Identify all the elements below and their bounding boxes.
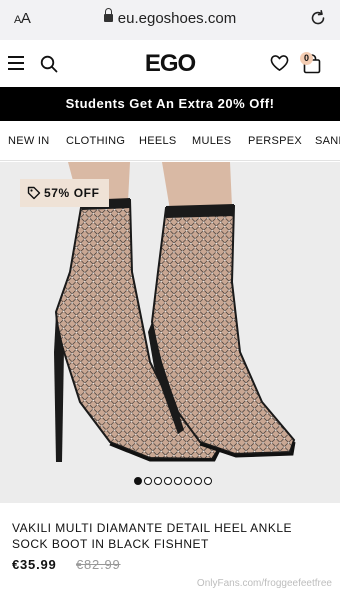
carousel-dot[interactable] (194, 477, 202, 485)
product-title: VAKILI MULTI DIAMANTE DETAIL HEEL ANKLE … (12, 521, 293, 551)
reload-icon[interactable] (308, 8, 328, 28)
category-perspex[interactable]: PERSPEX (248, 135, 302, 147)
url-text: eu.egoshoes.com (117, 10, 237, 27)
heart-icon[interactable] (270, 54, 289, 73)
category-mules[interactable]: MULES (192, 135, 231, 147)
lock-icon (103, 8, 113, 22)
category-new-in[interactable]: NEW IN (8, 135, 50, 147)
carousel-dot[interactable] (174, 477, 182, 485)
site-header: EGO 0 (0, 40, 340, 87)
bag-count-badge: 0 (300, 52, 313, 65)
carousel-dot[interactable] (154, 477, 162, 485)
carousel-dot[interactable] (184, 477, 192, 485)
browser-address-bar: AA eu.egoshoes.com (0, 0, 340, 40)
tag-icon (27, 186, 41, 200)
carousel-dot[interactable] (204, 477, 212, 485)
category-nav: NEW IN CLOTHING HEELS MULES PERSPEX SAND (0, 121, 340, 161)
category-clothing[interactable]: CLOTHING (66, 135, 125, 147)
category-heels[interactable]: HEELS (139, 135, 177, 147)
boot-illustration (54, 162, 296, 462)
site-logo[interactable]: EGO (0, 50, 340, 78)
discount-badge: 57% OFF (20, 179, 109, 207)
discount-text: 57% OFF (44, 186, 100, 200)
product-image[interactable]: 57% OFF (0, 162, 340, 503)
carousel-dot[interactable] (134, 477, 142, 485)
carousel-dot[interactable] (164, 477, 172, 485)
category-sandals[interactable]: SAND (315, 135, 340, 147)
watermark-text: OnlyFans.com/froggeefeetfree (196, 578, 332, 589)
product-price: €35.99 (12, 557, 57, 572)
promo-banner[interactable]: Students Get An Extra 20% Off! (0, 87, 340, 121)
product-old-price: €82.99 (76, 557, 121, 572)
url-field[interactable]: eu.egoshoes.com (0, 8, 340, 27)
carousel-dot[interactable] (144, 477, 152, 485)
